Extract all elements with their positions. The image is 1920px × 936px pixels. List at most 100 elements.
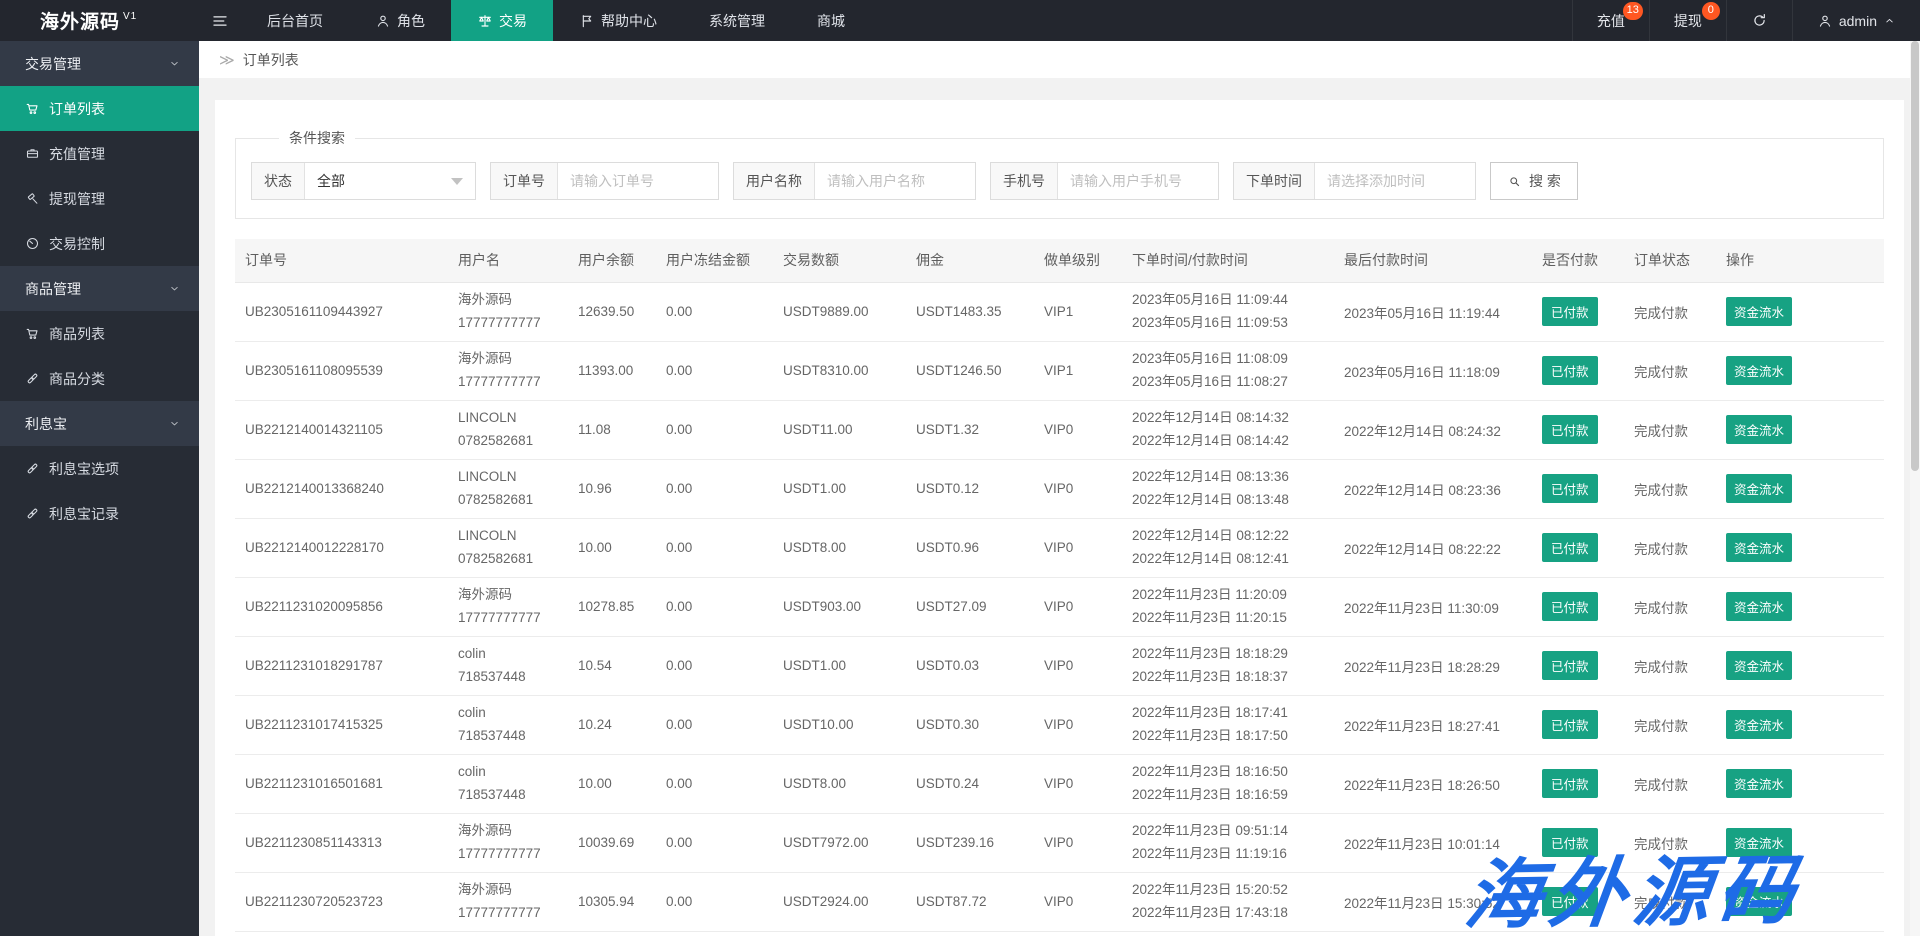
link-icon [25, 506, 40, 521]
order-time: 2022年11月23日 15:20:52 [1132, 879, 1326, 902]
user-account: 17777777777 [458, 902, 560, 925]
search-field-order-time-input[interactable] [1315, 163, 1475, 199]
main-content: ≫ 订单列表 条件搜索 状态全部订单号用户名称手机号下单时间搜 索 订单号用户名… [199, 41, 1920, 936]
cell-action: 资金流水 [1716, 400, 1884, 459]
cell-order-no: UB2305161109443927 [235, 282, 448, 341]
cell-status: 完成付款 [1624, 459, 1716, 518]
nav-item-trade[interactable]: 交易 [451, 0, 553, 41]
fund-flow-button[interactable]: 资金流水 [1726, 415, 1792, 444]
search-field-status-select[interactable]: 全部 [305, 163, 475, 199]
fund-flow-button[interactable]: 资金流水 [1726, 592, 1792, 621]
scales-icon [477, 13, 493, 29]
sidebar-group-商品管理[interactable]: 商品管理 [0, 266, 199, 311]
column-header: 用户冻结金额 [656, 239, 773, 282]
fund-flow-button[interactable]: 资金流水 [1726, 828, 1792, 857]
chevron-up-icon [1883, 14, 1896, 27]
order-time: 2023年05月16日 11:08:09 [1132, 348, 1326, 371]
cell-order-no: UB2212140013368240 [235, 459, 448, 518]
chevron-down-icon [168, 57, 181, 70]
order-time: 2022年11月23日 18:16:50 [1132, 761, 1326, 784]
search-field-order-no-input[interactable] [558, 163, 718, 199]
nav-item-roles[interactable]: 角色 [349, 0, 451, 41]
column-header: 交易数额 [773, 239, 906, 282]
search-button[interactable]: 搜 索 [1490, 162, 1578, 200]
sidebar-item-label: 充值管理 [49, 144, 105, 164]
fund-flow-button[interactable]: 资金流水 [1726, 297, 1792, 326]
search-field-user-name-input[interactable] [815, 163, 975, 199]
cell-order-pay-time: 2022年12月14日 08:14:322022年12月14日 08:14:42 [1122, 400, 1334, 459]
cell-level: VIP0 [1034, 577, 1122, 636]
fund-flow-button[interactable]: 资金流水 [1726, 474, 1792, 503]
sidebar-item-recharge-manage[interactable]: 充值管理 [0, 131, 199, 176]
sidebar-item-withdraw-manage[interactable]: 提现管理 [0, 176, 199, 221]
user-name: 海外源码 [458, 820, 560, 843]
pay-time: 2022年12月14日 08:14:42 [1132, 430, 1326, 453]
sidebar-item-trade-control[interactable]: 交易控制 [0, 221, 199, 266]
column-header: 做单级别 [1034, 239, 1122, 282]
user-account: 718537448 [458, 784, 560, 807]
nav-item-dashboard[interactable]: 后台首页 [241, 0, 349, 41]
sidebar-item-order-list[interactable]: 订单列表 [0, 86, 199, 131]
fund-flow-button[interactable]: 资金流水 [1726, 710, 1792, 739]
search-field-phone-input[interactable] [1058, 163, 1218, 199]
cell-status: 完成付款 [1624, 636, 1716, 695]
sidebar-item-label: 交易控制 [49, 234, 105, 254]
fund-flow-button[interactable]: 资金流水 [1726, 887, 1792, 916]
order-time: 2022年12月14日 08:12:22 [1132, 525, 1326, 548]
cell-commission: USDT239.16 [906, 813, 1034, 872]
scrollbar-thumb[interactable] [1911, 41, 1919, 471]
order-time: 2022年12月14日 08:13:36 [1132, 466, 1326, 489]
sidebar-item-interest-records[interactable]: 利息宝记录 [0, 491, 199, 536]
sidebar-group-label: 利息宝 [25, 414, 67, 434]
cell-order-pay-time: 2022年11月23日 11:20:092022年11月23日 11:20:15 [1122, 577, 1334, 636]
cell-last-pay-time: 2023年05月16日 11:18:09 [1334, 341, 1532, 400]
nav-item-system[interactable]: 系统管理 [683, 0, 791, 41]
pay-time: 2022年12月14日 08:12:41 [1132, 548, 1326, 571]
cell-status: 完成付款 [1624, 282, 1716, 341]
sidebar-group-利息宝[interactable]: 利息宝 [0, 401, 199, 446]
nav-account[interactable]: admin [1792, 0, 1920, 41]
fund-flow-button[interactable]: 资金流水 [1726, 651, 1792, 680]
nav-item-help-center[interactable]: 帮助中心 [553, 0, 683, 41]
cell-paid: 已付款 [1532, 282, 1624, 341]
nav-item-label: 后台首页 [267, 11, 323, 31]
sidebar-item-goods-list[interactable]: 商品列表 [0, 311, 199, 356]
burger-icon [211, 12, 229, 30]
cell-user: colin718537448 [448, 754, 568, 813]
sidebar-group-交易管理[interactable]: 交易管理 [0, 41, 199, 86]
paid-badge: 已付款 [1542, 710, 1598, 739]
cell-frozen: 0.00 [656, 754, 773, 813]
cell-user: 海外源码17777777777 [448, 577, 568, 636]
nav-item-mall[interactable]: 商城 [791, 0, 871, 41]
nav-recharge[interactable]: 充值13 [1572, 0, 1649, 41]
fund-flow-button[interactable]: 资金流水 [1726, 769, 1792, 798]
cell-amount: USDT8310.00 [773, 341, 906, 400]
order-time: 2022年11月23日 09:51:14 [1132, 820, 1326, 843]
cell-last-pay-time: 2022年12月14日 08:22:22 [1334, 518, 1532, 577]
cell-commission: USDT0.12 [906, 459, 1034, 518]
cell-order-pay-time: 2022年12月14日 08:13:362022年12月14日 08:13:48 [1122, 459, 1334, 518]
cell-frozen: 0.00 [656, 518, 773, 577]
user-account: 0782582681 [458, 548, 560, 571]
page-scrollbar[interactable] [1910, 41, 1920, 936]
cell-order-no: UB2211230720523723 [235, 872, 448, 931]
cell-action: 资金流水 [1716, 518, 1884, 577]
paid-badge: 已付款 [1542, 356, 1598, 385]
menu-toggle-icon[interactable] [199, 0, 241, 41]
nav-refresh[interactable] [1726, 0, 1792, 41]
nav-item-label: 帮助中心 [601, 11, 657, 31]
breadcrumb-icon: ≫ [219, 51, 235, 69]
cell-level: VIP0 [1034, 400, 1122, 459]
sidebar-item-goods-category[interactable]: 商品分类 [0, 356, 199, 401]
sidebar-item-interest-options[interactable]: 利息宝选项 [0, 446, 199, 491]
link-icon [25, 461, 40, 476]
user-account: 718537448 [458, 666, 560, 689]
fund-flow-button[interactable]: 资金流水 [1726, 356, 1792, 385]
user-name: colin [458, 702, 560, 725]
nav-withdraw[interactable]: 提现0 [1649, 0, 1726, 41]
cell-frozen: 0.00 [656, 282, 773, 341]
user-account: 17777777777 [458, 607, 560, 630]
cell-order-pay-time: 2022年11月23日 18:16:502022年11月23日 18:16:59 [1122, 754, 1334, 813]
cell-balance: 11393.00 [568, 341, 656, 400]
fund-flow-button[interactable]: 资金流水 [1726, 533, 1792, 562]
